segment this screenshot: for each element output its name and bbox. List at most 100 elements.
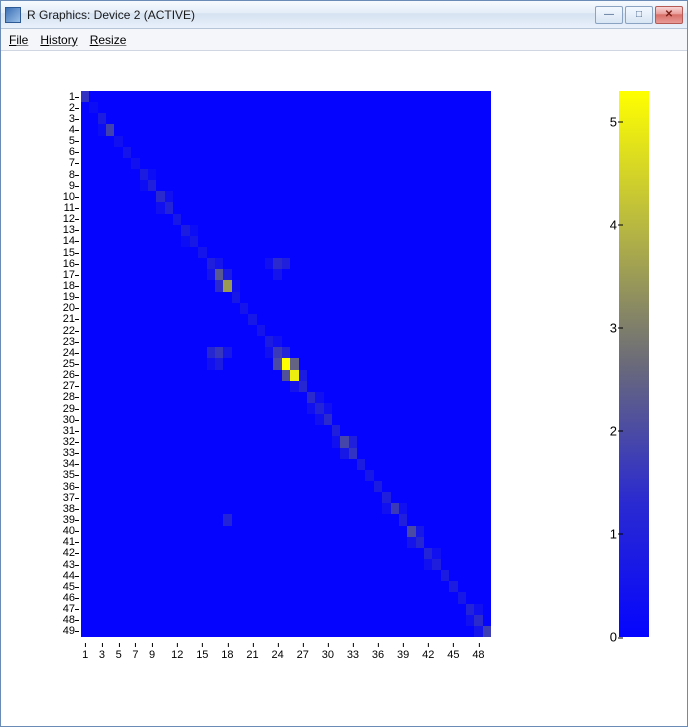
heatmap-cell [98, 102, 106, 113]
heatmap-cell [382, 180, 390, 191]
heatmap-cell [181, 392, 189, 403]
heatmap-cell [324, 503, 332, 514]
heatmap-cell [340, 347, 348, 358]
heatmap-cell [432, 147, 440, 158]
heatmap-cell [282, 347, 290, 358]
heatmap-cell [365, 492, 373, 503]
heatmap-cell [441, 537, 449, 548]
heatmap-cell [114, 581, 122, 592]
maximize-button[interactable]: □ [625, 6, 653, 24]
heatmap-cell [89, 147, 97, 158]
heatmap-cell [89, 225, 97, 236]
heatmap-cell [416, 392, 424, 403]
heatmap-cell [215, 548, 223, 559]
minimize-button[interactable]: — [595, 6, 623, 24]
heatmap-cell [315, 158, 323, 169]
heatmap-cell [240, 124, 248, 135]
heatmap-cell [106, 236, 114, 247]
heatmap-cell [156, 91, 164, 102]
heatmap-cell [240, 514, 248, 525]
heatmap-cell [483, 124, 491, 135]
heatmap-cell [215, 403, 223, 414]
heatmap-cell [148, 615, 156, 626]
heatmap-cell [391, 392, 399, 403]
heatmap-cell [89, 403, 97, 414]
heatmap-cell [207, 214, 215, 225]
heatmap-cell [106, 358, 114, 369]
heatmap-cell [240, 292, 248, 303]
heatmap-cell [282, 425, 290, 436]
heatmap-cell [340, 470, 348, 481]
heatmap-cell [299, 325, 307, 336]
heatmap-cell [198, 269, 206, 280]
heatmap-cell [365, 392, 373, 403]
heatmap-cell [248, 169, 256, 180]
heatmap-cell [114, 537, 122, 548]
heatmap-cell [399, 503, 407, 514]
heatmap-cell [257, 615, 265, 626]
heatmap-cell [365, 381, 373, 392]
heatmap-cell [441, 169, 449, 180]
heatmap-cell [416, 325, 424, 336]
heatmap-cell [458, 581, 466, 592]
heatmap-cell [223, 280, 231, 291]
heatmap-cell [357, 236, 365, 247]
heatmap-cell [424, 470, 432, 481]
heatmap-cell [357, 314, 365, 325]
heatmap-cell [416, 548, 424, 559]
heatmap-cell [215, 269, 223, 280]
heatmap-cell [449, 615, 457, 626]
heatmap-cell [273, 414, 281, 425]
heatmap-cell [399, 481, 407, 492]
heatmap-cell [474, 481, 482, 492]
heatmap-cell [140, 214, 148, 225]
heatmap-cell [265, 113, 273, 124]
heatmap-cell [399, 169, 407, 180]
heatmap-cell [307, 202, 315, 213]
heatmap-cell [432, 124, 440, 135]
heatmap-cell [449, 292, 457, 303]
heatmap-cell [340, 236, 348, 247]
heatmap-cell [407, 269, 415, 280]
menu-history[interactable]: History [40, 33, 77, 47]
heatmap-cell [340, 280, 348, 291]
heatmap-cell [89, 202, 97, 213]
legend-ticks: 012345 [599, 91, 617, 637]
heatmap-cell [123, 124, 131, 135]
heatmap-cell [407, 314, 415, 325]
heatmap-cell [365, 592, 373, 603]
titlebar[interactable]: R Graphics: Device 2 (ACTIVE) — □ ✕ [1, 1, 687, 29]
heatmap-cell [349, 581, 357, 592]
heatmap-cell [265, 169, 273, 180]
heatmap-cell [416, 347, 424, 358]
heatmap-cell [140, 325, 148, 336]
heatmap-cell [399, 570, 407, 581]
heatmap-cell [466, 280, 474, 291]
heatmap-cell [282, 581, 290, 592]
heatmap-cell [207, 292, 215, 303]
close-button[interactable]: ✕ [655, 6, 683, 24]
heatmap-cell [332, 425, 340, 436]
heatmap-cell [265, 91, 273, 102]
heatmap-cell [357, 615, 365, 626]
heatmap-cell [148, 214, 156, 225]
heatmap-cell [374, 136, 382, 147]
menu-resize[interactable]: Resize [90, 33, 127, 47]
menu-file[interactable]: File [9, 33, 28, 47]
heatmap-cell [374, 537, 382, 548]
heatmap-cell [207, 570, 215, 581]
heatmap-cell [248, 214, 256, 225]
heatmap-cell [248, 548, 256, 559]
heatmap-cell [299, 615, 307, 626]
heatmap-cell [391, 403, 399, 414]
heatmap-cell [374, 258, 382, 269]
heatmap-cell [89, 358, 97, 369]
heatmap-cell [391, 592, 399, 603]
heatmap-cell [466, 548, 474, 559]
heatmap-cell [307, 247, 315, 258]
heatmap-cell [466, 292, 474, 303]
heatmap-cell [123, 537, 131, 548]
heatmap-cell [248, 247, 256, 258]
heatmap-cell [416, 225, 424, 236]
heatmap-cell [232, 236, 240, 247]
